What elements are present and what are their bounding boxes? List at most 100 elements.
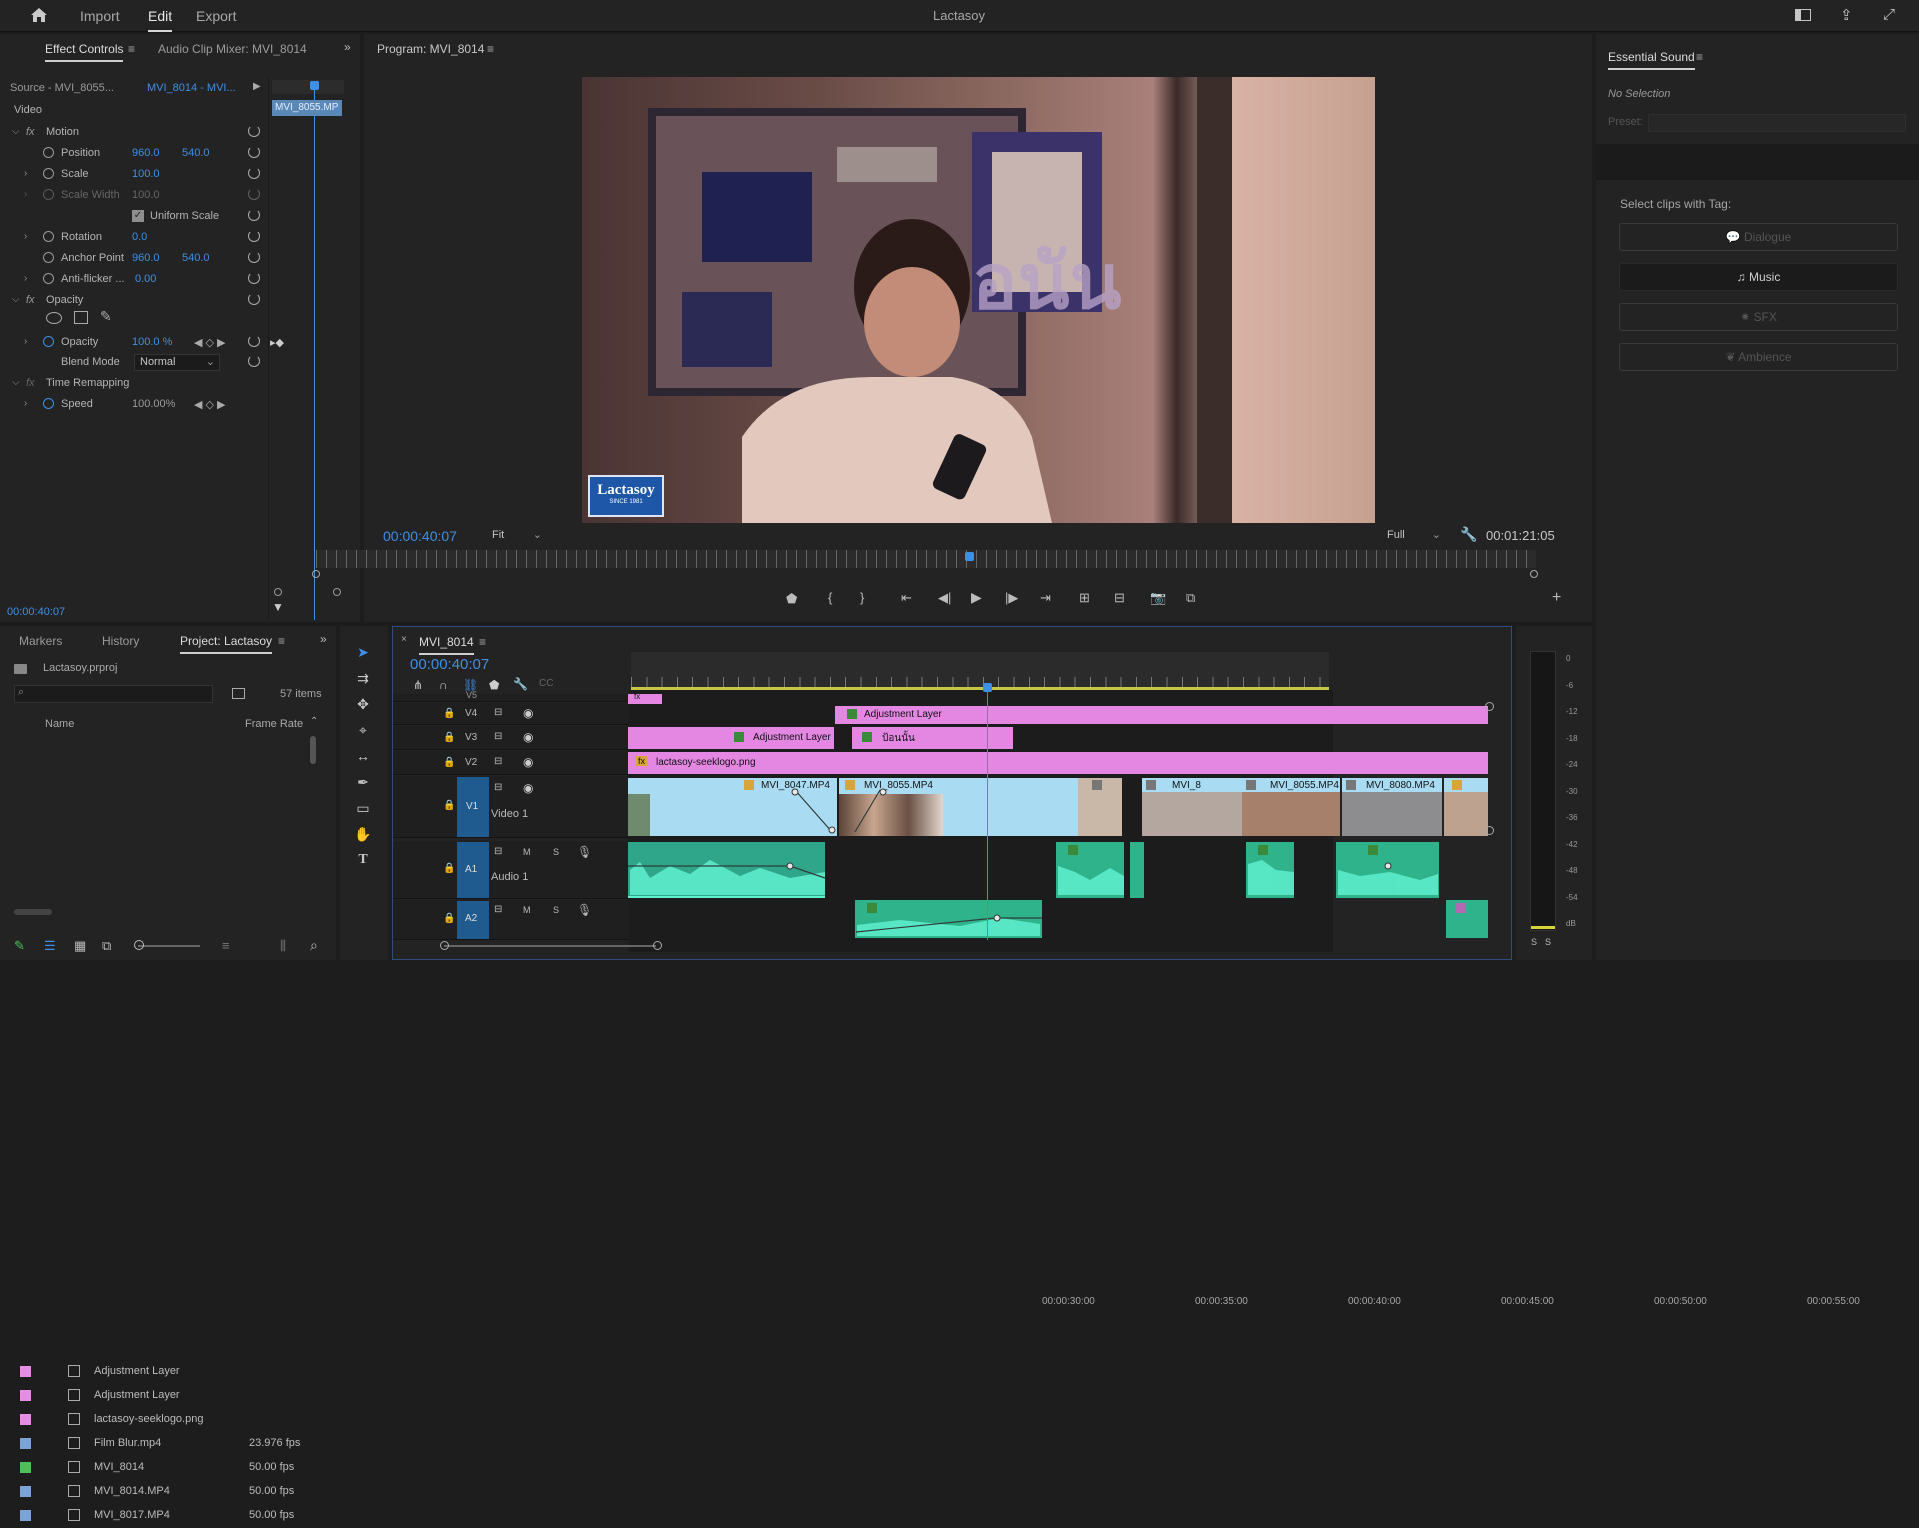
reset-icon[interactable] [248, 146, 260, 158]
lift-icon[interactable]: ⊞ [1079, 590, 1090, 606]
settings-wrench-icon[interactable]: 🔧 [513, 677, 528, 691]
zoom-slider[interactable] [138, 945, 200, 947]
meter-solo-right[interactable]: S [1545, 937, 1551, 947]
eye-icon[interactable]: ◉ [523, 755, 533, 769]
scroll-handle[interactable] [653, 941, 662, 950]
scrub-playhead[interactable] [965, 552, 974, 561]
motion-row[interactable]: ⌵ fx Motion [0, 122, 268, 143]
track-v5[interactable]: V5 [393, 690, 629, 702]
speed-value[interactable]: 100.00% [132, 398, 175, 410]
toggle-sync-icon[interactable]: ⊟ [494, 756, 502, 767]
clip-lactasoy-logo[interactable]: fx lactasoy-seeklogo.png [628, 752, 1488, 774]
ambience-button[interactable]: ❦ Ambience [1619, 343, 1898, 371]
clip-mvi-8055[interactable]: MVI_8055.MP4 [839, 778, 1078, 836]
hand-tool-icon[interactable]: ✋ [354, 826, 372, 844]
solo-button[interactable]: S [553, 847, 559, 857]
zoom-slider-thumb[interactable] [134, 940, 144, 950]
label-color-swatch[interactable] [20, 1462, 31, 1473]
track-v1[interactable]: 🔒 V1 ⊟ ◉ Video 1 [393, 776, 629, 838]
track-v3[interactable]: 🔒 V3 ⊟ ◉ [393, 726, 629, 750]
timeline-h-scroll[interactable] [444, 945, 656, 947]
expand-chevron-icon[interactable]: › [24, 398, 27, 409]
nav-edit[interactable]: Edit [148, 8, 173, 32]
track-v2[interactable]: 🔒 V2 ⊟ ◉ [393, 751, 629, 775]
lock-icon[interactable]: 🔒 [443, 757, 455, 768]
project-item[interactable]: Film Blur.mp4 23.976 fps [12, 1432, 320, 1456]
step-back-icon[interactable]: ◀| [938, 590, 951, 606]
time-remap-row[interactable]: ⌵ fx Time Remapping [0, 373, 268, 394]
reset-icon[interactable] [248, 209, 260, 221]
expand-panels-icon[interactable]: » [344, 40, 351, 54]
column-header-name[interactable]: Name [45, 718, 74, 730]
rectangle-mask-icon[interactable] [74, 311, 88, 324]
label-color-swatch[interactable] [20, 1414, 31, 1425]
scrub-handle-left[interactable] [312, 570, 320, 578]
snap-icon[interactable]: ⋔ [413, 678, 423, 692]
eye-icon[interactable]: ◉ [523, 781, 533, 795]
fit-dropdown[interactable]: Fit ⌄ [488, 527, 546, 545]
share-icon[interactable]: ⇪ [1840, 6, 1853, 24]
scrub-ruler[interactable] [316, 550, 1536, 568]
clip-mvi-8-short[interactable] [1078, 778, 1122, 836]
write-toggle-icon[interactable]: ✎ [14, 938, 25, 954]
stopwatch-icon[interactable] [43, 168, 54, 179]
project-item[interactable]: MVI_8014.MP4 50.00 fps [12, 1480, 320, 1504]
essential-sound-title[interactable]: Essential Sound [1608, 50, 1695, 70]
stopwatch-icon[interactable] [43, 252, 54, 263]
audio-clip-a1-2[interactable] [1056, 842, 1124, 898]
audio-clip-a2-2[interactable] [1446, 900, 1488, 938]
track-a1[interactable]: 🔒 A1 ⊟ M S 🎙 Audio 1 [393, 841, 629, 899]
mute-button[interactable]: M [523, 905, 531, 915]
position-y-value[interactable]: 540.0 [182, 147, 210, 159]
automate-icon[interactable]: ⫼ [280, 938, 286, 954]
search-input[interactable]: ⌕ [14, 685, 213, 703]
collapse-chevron-icon[interactable]: ⌵ [12, 126, 20, 137]
export-frame-icon[interactable]: 📷 [1150, 590, 1166, 606]
anchor-y-value[interactable]: 540.0 [182, 252, 210, 264]
list-view-icon[interactable]: ☰ [44, 938, 56, 954]
mute-button[interactable]: M [523, 847, 531, 857]
rotation-value[interactable]: 0.0 [132, 231, 147, 243]
scroll-handle[interactable] [1485, 826, 1494, 835]
tab-project[interactable]: Project: Lactasoy [180, 634, 273, 654]
label-color-swatch[interactable] [20, 1438, 31, 1449]
clip-mvi-8047[interactable]: MVI_8047.MP4 [628, 778, 837, 836]
clip-adjustment-layer-v3[interactable]: Adjustment Layer [628, 727, 834, 749]
lock-icon[interactable]: 🔒 [443, 913, 455, 924]
icon-view-icon[interactable]: ▦ [74, 938, 86, 954]
sort-icon[interactable]: ≡ [222, 938, 230, 953]
h-scrollbar[interactable] [14, 909, 52, 915]
sfx-button[interactable]: ✷ SFX [1619, 303, 1898, 331]
scale-value[interactable]: 100.0 [132, 168, 160, 180]
project-item[interactable]: Adjustment Layer [12, 1360, 320, 1384]
track-a2[interactable]: 🔒 A2 ⊟ M S 🎙 [393, 900, 629, 940]
expand-panels-icon[interactable]: » [320, 632, 327, 646]
track-v4[interactable]: 🔒 V4 ⊟ ◉ [393, 703, 629, 725]
go-to-in-icon[interactable]: ⇤ [901, 590, 912, 606]
play-icon[interactable]: ▶ [971, 589, 982, 606]
music-button[interactable]: ♫ Music [1619, 263, 1898, 291]
audio-clip-a1-4[interactable] [1246, 842, 1294, 898]
audio-clip-a1-3[interactable] [1130, 842, 1144, 898]
anchor-x-value[interactable]: 960.0 [132, 252, 160, 264]
clip-v1-end[interactable] [1444, 778, 1488, 836]
lock-icon[interactable]: 🔒 [443, 863, 455, 874]
meter-solo-left[interactable]: S [1531, 937, 1537, 947]
ec-timecode[interactable]: 00:00:40:07 [7, 606, 65, 618]
keyframe-icon[interactable]: ▸◆ [270, 336, 284, 349]
step-forward-icon[interactable]: |▶ [1005, 590, 1018, 606]
label-color-swatch[interactable] [20, 1390, 31, 1401]
source-dropdown[interactable]: Source - MVI_8055... [10, 82, 114, 94]
anti-flicker-value[interactable]: 0.00 [135, 273, 156, 285]
pen-tool-icon[interactable]: ✒ [354, 774, 372, 792]
timeline-playhead[interactable] [983, 683, 992, 692]
mini-playhead[interactable] [310, 81, 319, 90]
lock-icon[interactable]: 🔒 [443, 732, 455, 743]
menu-icon[interactable]: ≡ [1696, 50, 1703, 64]
project-item[interactable]: MVI_8017.MP4 50.00 fps [12, 1504, 320, 1528]
project-scrollbar[interactable] [310, 736, 316, 764]
stopwatch-icon[interactable] [43, 231, 54, 242]
sort-arrow-icon[interactable]: ⌃ [310, 716, 318, 727]
audio-clip-a2-1[interactable] [855, 900, 1042, 938]
project-item[interactable]: MVI_8014 50.00 fps [12, 1456, 320, 1480]
